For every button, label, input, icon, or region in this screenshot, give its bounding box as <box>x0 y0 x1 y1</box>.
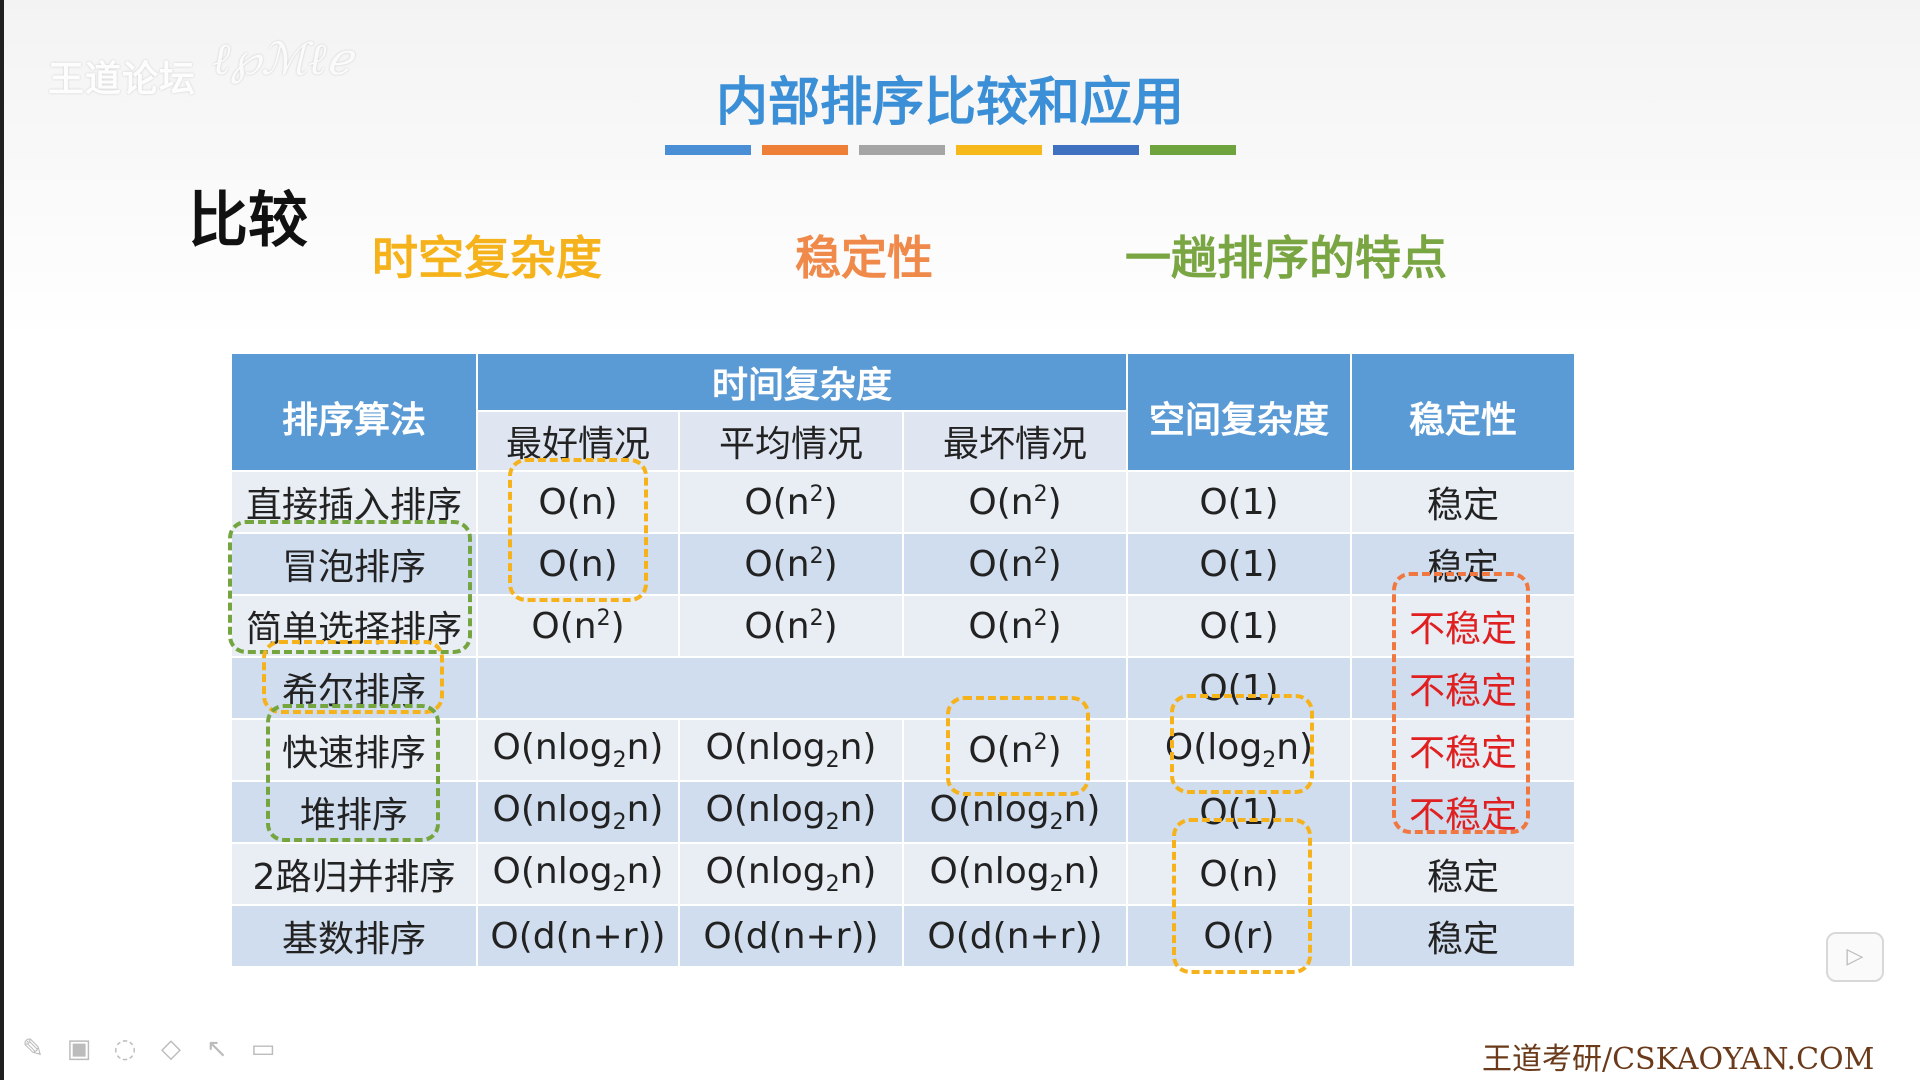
cell-space: O(1) <box>1126 594 1352 658</box>
cell-average: O(n2) <box>678 470 904 534</box>
header-algorithm: 排序算法 <box>230 352 478 472</box>
header-time: 时间复杂度 <box>476 352 1128 412</box>
cell-worst: O(n2) <box>902 470 1128 534</box>
highlight-quick-space <box>1170 694 1314 794</box>
pointer-icon[interactable]: ↖ <box>202 1034 232 1064</box>
color-bar <box>859 145 945 155</box>
table-row: 2路归并排序 O(nlog2n) O(nlog2n) O(nlog2n) O(n) 稳定 <box>230 842 1576 906</box>
cell-average: O(n2) <box>678 594 904 658</box>
cell-average: O(nlog2n) <box>678 780 904 844</box>
cell-space: O(1) <box>1126 470 1352 534</box>
topic-complexity: 时空复杂度 <box>372 231 602 285</box>
highlight-quick-heap <box>266 704 440 842</box>
cell-worst: O(n2) <box>902 594 1128 658</box>
header-stability: 稳定性 <box>1350 352 1576 472</box>
camera-icon[interactable]: ▭ <box>248 1034 278 1064</box>
cell-worst: O(nlog2n) <box>902 842 1128 906</box>
window-edge <box>0 0 4 1080</box>
cell-worst: O(n2) <box>902 532 1128 596</box>
cell-stability: 稳定 <box>1350 842 1576 906</box>
cell-best: O(nlog2n) <box>476 718 680 782</box>
title-color-bars <box>665 145 1236 155</box>
cell-average: O(d(n+r)) <box>678 904 904 968</box>
cell-stability: 稳定 <box>1350 470 1576 534</box>
topic-stability: 稳定性 <box>795 231 933 285</box>
footer-text: 王道考研/CSKAOYAN.COM <box>1482 1042 1875 1077</box>
cell-best: O(nlog2n) <box>476 842 680 906</box>
color-bar <box>1053 145 1139 155</box>
cell-stability: 稳定 <box>1350 904 1576 968</box>
color-bar <box>665 145 751 155</box>
table-row: 基数排序 O(d(n+r)) O(d(n+r)) O(d(n+r)) O(r) 稳定 <box>230 904 1576 968</box>
cell-average: O(n2) <box>678 532 904 596</box>
eraser-ring-icon[interactable]: ◌ <box>110 1034 140 1064</box>
highlight-shell <box>262 640 444 714</box>
color-bar <box>1150 145 1236 155</box>
color-bar <box>956 145 1042 155</box>
highlight-quick-worst <box>946 696 1090 796</box>
topic-one-pass: 一趟排序的特点 <box>1125 231 1447 285</box>
color-bar <box>762 145 848 155</box>
cell-best: O(d(n+r)) <box>476 904 680 968</box>
eraser-icon[interactable]: ◇ <box>156 1034 186 1064</box>
whiteboard-icon[interactable]: ▣ <box>64 1034 94 1064</box>
cell-average: O(nlog2n) <box>678 718 904 782</box>
cell-average: O(nlog2n) <box>678 842 904 906</box>
highlight-merge-radix-space <box>1172 818 1312 974</box>
header-worst: 最坏情况 <box>902 410 1128 472</box>
cell-algorithm: 2路归并排序 <box>230 842 478 906</box>
cell-best: O(n2) <box>476 594 680 658</box>
pen-icon[interactable]: ✎ <box>18 1034 48 1064</box>
highlight-bubble-selection <box>228 520 472 654</box>
cell-best: O(nlog2n) <box>476 780 680 844</box>
play-icon[interactable]: ▷ <box>1826 932 1884 982</box>
section-label: 比较 <box>188 186 308 256</box>
cell-worst: O(d(n+r)) <box>902 904 1128 968</box>
highlight-best-case <box>508 458 648 602</box>
header-average: 平均情况 <box>678 410 904 472</box>
highlight-unstable <box>1392 572 1530 834</box>
slide-title: 内部排序比较和应用 <box>715 73 1184 133</box>
annotation-toolbar: ✎ ▣ ◌ ◇ ↖ ▭ <box>18 1034 278 1064</box>
cell-space: O(1) <box>1126 532 1352 596</box>
cell-algorithm: 基数排序 <box>230 904 478 968</box>
header-space: 空间复杂度 <box>1126 352 1352 472</box>
